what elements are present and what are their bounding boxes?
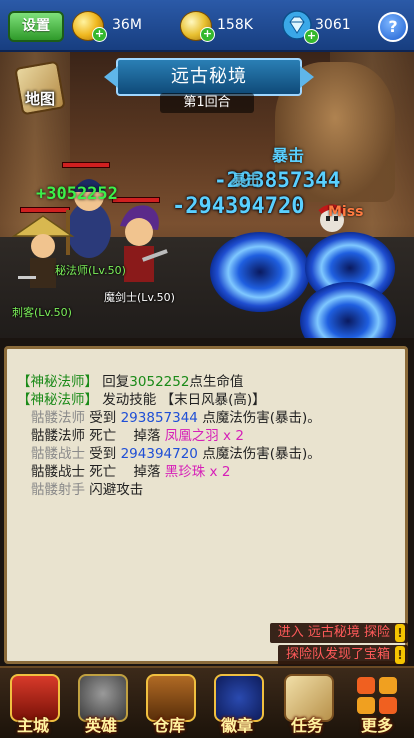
unit-name-assassin: 刺客(Lv.50) [12,306,72,319]
log-line: 骷髅战士 死亡 掉落 黑珍珠 x 2 [31,464,231,480]
gold-amount: 36M [112,17,142,33]
event-notification[interactable]: 进入 远古秘境 探险 ! [269,623,408,643]
dungeon-title: 远古秘境 [104,58,314,96]
help-button[interactable]: ? [378,12,408,42]
bottom-navigation: 主城 英雄 仓库 徽章 任务 更多 [0,666,414,738]
round-indicator: 第1回合 [160,93,254,113]
alert-icon: ! [395,646,405,664]
add-gold-icon[interactable]: + [92,27,107,42]
event-notification[interactable]: 探险队发现了宝箱 ! [277,645,408,665]
nav-heroes[interactable]: 英雄 [72,672,130,735]
assassin-hero-sprite[interactable] [10,214,76,304]
log-line: 骷髅法师 死亡 掉落 凤凰之羽 x 2 [31,428,244,444]
coupon-amount: 158K [217,17,253,33]
coupon-resource[interactable]: + 158K [180,9,270,42]
nav-warehouse[interactable]: 仓库 [140,672,198,735]
log-line: 骷髅法师 受到 293857344 点魔法伤害(暴击)。 [31,410,321,426]
map-label: 地图 [24,90,55,108]
heal-number: +3052252 [36,184,118,204]
log-line: 骷髅射手 闪避攻击 [31,482,144,498]
storm-vortex-effect [210,232,310,312]
nav-badges[interactable]: 徽章 [208,672,266,735]
crit-label: 暴击 [232,173,260,189]
battle-scene: 地图 远古秘境 第1回合 秘法师(Lv.50) 魔剑士(Lv.50) 刺客(Lv… [0,52,414,338]
miss-label: Miss [328,204,364,220]
log-line: 【神秘法师】 回复3052252点生命值 [17,374,244,390]
settings-button[interactable]: 设置 [8,11,64,42]
unit-name-swordsman: 魔剑士(Lv.50) [104,291,175,304]
nav-quests[interactable]: 任务 [278,672,336,735]
coupon-coin-icon: + [180,11,215,42]
log-line: 【神秘法师】 发动技能 【末日风暴(高)】 [17,392,266,408]
damage-number: -294394720 [172,194,305,219]
swordsman-hero-sprite[interactable] [108,202,170,294]
nav-main-city[interactable]: 主城 [4,672,62,735]
crit-label: 暴击 [272,146,305,165]
log-line: 骷髅战士 受到 294394720 点魔法伤害(暴击)。 [31,446,321,462]
alert-icon: ! [395,624,405,642]
gold-resource[interactable]: + 36M [72,9,152,42]
battle-log: 【神秘法师】 回复3052252点生命值 【神秘法师】 发动技能 【末日风暴(高… [17,373,397,499]
diamond-resource[interactable]: + 3061 [282,9,362,44]
diamond-amount: 3061 [315,17,351,33]
map-button[interactable]: 地图 [14,60,66,116]
add-coupon-icon[interactable]: + [200,27,215,42]
unit-name-mage: 秘法师(Lv.50) [55,264,126,277]
hero-hp-bar [62,162,110,168]
gold-coin-icon: + [72,11,107,42]
nav-more[interactable]: 更多 [348,672,406,735]
battle-log-panel[interactable]: 【神秘法师】 回复3052252点生命值 【神秘法师】 发动技能 【末日风暴(高… [4,346,408,664]
top-resource-bar: 设置 + 36M + 158K + 3061 ? [0,0,414,52]
